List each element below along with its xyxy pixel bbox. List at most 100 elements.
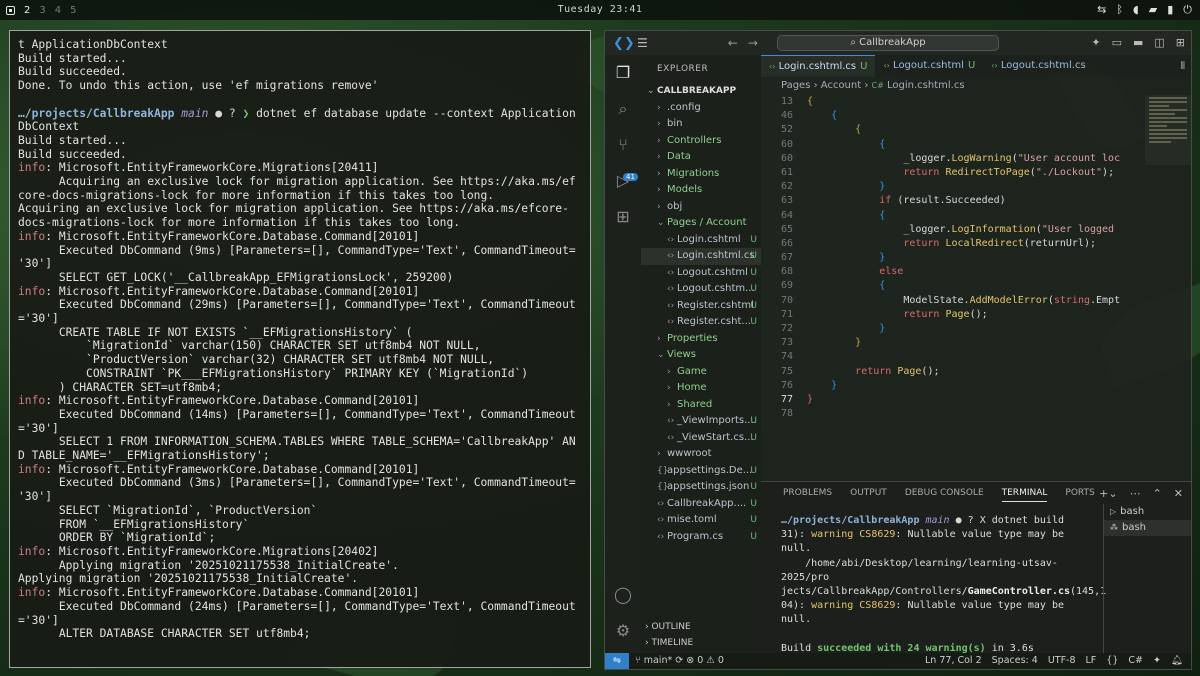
layout-sidebar-icon[interactable]: ▭: [1112, 36, 1122, 49]
extensions-icon[interactable]: ⊞: [613, 207, 633, 227]
copilot-icon[interactable]: ✦: [1091, 36, 1100, 49]
more-icon[interactable]: ⋯: [1130, 487, 1141, 500]
panel-tab[interactable]: OUTPUT: [850, 488, 887, 498]
editor-tab[interactable]: ‹› Logout.cshtml U: [875, 55, 983, 77]
menu-icon[interactable]: ☰: [637, 36, 648, 50]
code-editor[interactable]: 13{46 {52 {60 {60 _logger.LogWarning("Us…: [761, 95, 1191, 465]
code-line: 68 else: [761, 265, 1191, 279]
file-tree: ⌄ CALLBREAKAPP › .config › bin › Controllers › Da…: [641, 83, 761, 545]
explorer-icon[interactable]: ❐: [613, 63, 633, 83]
tree-item[interactable]: › bin: [641, 116, 761, 133]
status-encoding[interactable]: UTF-8: [1048, 653, 1076, 669]
tree-item[interactable]: ‹› Logout.cshtm... U: [641, 281, 761, 298]
crumb-account[interactable]: Account: [821, 80, 861, 91]
tree-item[interactable]: ‹› Program.cs U: [641, 529, 761, 546]
status-branch[interactable]: main*: [644, 655, 673, 666]
tree-item[interactable]: › .config: [641, 100, 761, 117]
tree-item[interactable]: › Game: [641, 364, 761, 381]
text-segment: [807, 124, 855, 135]
terminal-item[interactable]: ⁂ bash: [1104, 520, 1191, 536]
tree-item[interactable]: › obj: [641, 199, 761, 216]
tree-item[interactable]: ‹› _ViewStart.cs... U: [641, 430, 761, 447]
forward-arrow-icon[interactable]: →: [748, 36, 758, 50]
battery-icon[interactable]: ▮: [1167, 3, 1173, 17]
split-editor-icon[interactable]: ⫴: [1181, 61, 1185, 72]
code-text: {: [807, 210, 885, 221]
crumb-file[interactable]: Login.cshtml.cs: [887, 80, 965, 91]
tree-item[interactable]: › Migrations: [641, 166, 761, 183]
close-panel-icon[interactable]: ✕: [1174, 487, 1183, 500]
clock[interactable]: Tuesday 23:41: [0, 4, 1200, 15]
tree-item[interactable]: ‹› Login.cshtml.cs U: [641, 248, 761, 265]
tree-item[interactable]: ‹› CallbreakApp.... U: [641, 496, 761, 513]
editor-tab[interactable]: ‹› Login.cshtml.cs U: [761, 55, 876, 77]
timeline-section[interactable]: › TIMELINE: [641, 635, 761, 651]
settings-gear-icon[interactable]: ⚙: [613, 621, 633, 641]
panel-tab[interactable]: PORTS: [1065, 488, 1094, 498]
tree-item[interactable]: › Models: [641, 182, 761, 199]
tree-item[interactable]: ‹› Register.csht... U: [641, 314, 761, 331]
tree-item[interactable]: ‹› Register.cshtml U: [641, 298, 761, 315]
status-position[interactable]: Ln 77, Col 2: [925, 653, 982, 669]
bluetooth-icon[interactable]: ᛒ: [1116, 3, 1123, 17]
git-status-badge: U: [750, 234, 757, 245]
tree-item[interactable]: {}appsettings.De... U: [641, 463, 761, 480]
status-spaces[interactable]: Spaces: 4: [992, 653, 1038, 669]
tree-item[interactable]: › Data: [641, 149, 761, 166]
tree-item[interactable]: ‹› Login.cshtml U: [641, 232, 761, 249]
sync-icon[interactable]: ⟳: [675, 655, 686, 666]
tree-item-label: Models: [667, 184, 703, 195]
terminal-item[interactable]: ▷ bash: [1104, 504, 1191, 520]
code-line: 65 _logger.LogInformation("User logged: [761, 223, 1191, 237]
source-control-icon[interactable]: ⑂: [613, 135, 633, 155]
tree-item[interactable]: › Controllers: [641, 133, 761, 150]
terminal-window[interactable]: t ApplicationDbContext Build started... Bu…: [9, 30, 591, 668]
terminal-line: SELECT GET_LOCK('__CallbreakApp_EFMigrat…: [18, 271, 582, 285]
layout-secondary-icon[interactable]: ◫: [1154, 36, 1164, 49]
back-arrow-icon[interactable]: ←: [728, 36, 738, 50]
vpn-icon[interactable]: ⇆: [1097, 3, 1106, 17]
volume-icon[interactable]: ◖: [1133, 3, 1139, 17]
tree-item[interactable]: ‹› Logout.cshtml U: [641, 265, 761, 282]
text-segment: }: [831, 379, 838, 391]
network-icon[interactable]: ▰: [1149, 3, 1157, 17]
tree-item[interactable]: ⌄ CALLBREAKAPP: [641, 83, 761, 100]
maximize-panel-icon[interactable]: ⌃: [1153, 487, 1162, 500]
notifications-icon[interactable]: 🔔︎: [1171, 653, 1183, 669]
run-debug-icon[interactable]: ▷: [613, 171, 633, 191]
status-problems[interactable]: ⊗ 0 ⚠ 0: [686, 655, 724, 666]
layout-panel-icon[interactable]: ▬: [1133, 36, 1143, 49]
panel-tab[interactable]: PROBLEMS: [783, 488, 832, 498]
outline-section[interactable]: › OUTLINE: [641, 619, 761, 635]
new-terminal-icon[interactable]: +⌄: [1099, 487, 1117, 500]
remote-icon[interactable]: ⇋: [605, 653, 629, 669]
status-language[interactable]: C#: [1128, 653, 1143, 669]
tree-item[interactable]: › Home: [641, 380, 761, 397]
csharp-file-icon: C#: [871, 81, 884, 90]
customize-layout-icon[interactable]: ⊞: [1176, 36, 1185, 49]
crumb-pages[interactable]: Pages: [781, 80, 810, 91]
command-center-search[interactable]: ⌕ CallbreakApp: [777, 35, 999, 51]
braces-icon[interactable]: {}: [1106, 653, 1118, 669]
copilot-status-icon[interactable]: ✦: [1153, 653, 1161, 669]
account-icon[interactable]: ◯: [613, 585, 633, 605]
minimap[interactable]: [1145, 95, 1191, 165]
tree-item-label: Login.cshtml: [677, 233, 741, 245]
search-view-icon[interactable]: ⌕: [613, 99, 633, 119]
tree-item[interactable]: › wwwroot: [641, 446, 761, 463]
tree-item[interactable]: › Properties: [641, 331, 761, 348]
power-icon[interactable]: ⏻: [1183, 3, 1192, 17]
tree-item[interactable]: ‹› mise.toml U: [641, 512, 761, 529]
panel-tab[interactable]: TERMINAL: [1001, 485, 1048, 502]
tree-item[interactable]: ⌄ Views: [641, 347, 761, 364]
tree-item[interactable]: › Shared: [641, 397, 761, 414]
integrated-terminal[interactable]: …/projects/CallbreakApp main ● ? X dotne…: [781, 514, 1106, 669]
panel-tab[interactable]: DEBUG CONSOLE: [905, 488, 984, 498]
tree-item[interactable]: ‹› _ViewImports.... U: [641, 413, 761, 430]
status-eol[interactable]: LF: [1086, 653, 1097, 669]
editor-tab[interactable]: ‹› Logout.cshtml.cs: [983, 55, 1093, 77]
terminal-line: '30']: [18, 490, 582, 504]
tree-item[interactable]: {}appsettings.json U: [641, 479, 761, 496]
tree-item[interactable]: ⌄ Pages / Account: [641, 215, 761, 232]
